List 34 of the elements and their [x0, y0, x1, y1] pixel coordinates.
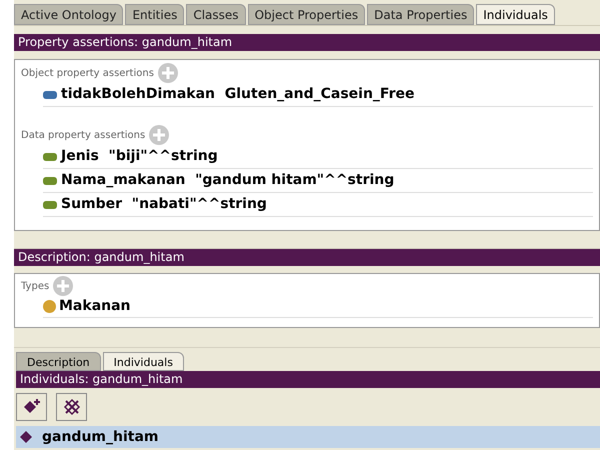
- tab[interactable]: Data Properties: [367, 4, 474, 25]
- section-label: Data property assertions: [21, 128, 146, 142]
- class-icon: [43, 300, 56, 313]
- assertion-text[interactable]: Sumber "nabati"^^string: [61, 194, 267, 215]
- assertion-text[interactable]: Nama_makanan "gandum hitam"^^string: [61, 170, 394, 191]
- panel-header: Individuals: gandum_hitam: [16, 371, 600, 388]
- property-icon: [43, 200, 57, 208]
- assertion-text[interactable]: Jenis "biji"^^string: [61, 146, 218, 167]
- panel-header: Description: gandum_hitam: [14, 249, 600, 266]
- add-icon[interactable]: [158, 63, 178, 83]
- property-icon: [43, 90, 57, 98]
- assertion-text[interactable]: tidakBolehDimakan Gluten_and_Casein_Free: [61, 84, 414, 105]
- tab[interactable]: Entities: [125, 4, 184, 25]
- diamond-plus-icon: [22, 398, 40, 416]
- diamond-icon: [20, 431, 32, 443]
- delete-individual-button[interactable]: [56, 393, 87, 421]
- property-icon: [43, 176, 57, 184]
- tab[interactable]: Individuals: [476, 4, 555, 25]
- tab[interactable]: Active Ontology: [14, 4, 124, 25]
- tab[interactable]: Description: [16, 352, 101, 371]
- section-label: Types: [21, 280, 50, 294]
- add-icon[interactable]: [149, 125, 170, 145]
- property-icon: [43, 152, 57, 160]
- type-text[interactable]: Makanan: [59, 296, 131, 317]
- panel-header: Property assertions: gandum_hitam: [14, 34, 600, 51]
- tab[interactable]: Object Properties: [248, 4, 366, 25]
- crossed-diamond-icon: [62, 398, 80, 416]
- add-individual-button[interactable]: [16, 393, 47, 421]
- individual-name: gandum_hitam: [42, 428, 159, 446]
- add-icon[interactable]: [53, 276, 74, 296]
- individual-row[interactable]: gandum_hitam: [16, 426, 600, 448]
- section-label: Object property assertions: [21, 66, 154, 80]
- tab[interactable]: Individuals: [102, 352, 184, 371]
- tab[interactable]: Classes: [186, 4, 246, 25]
